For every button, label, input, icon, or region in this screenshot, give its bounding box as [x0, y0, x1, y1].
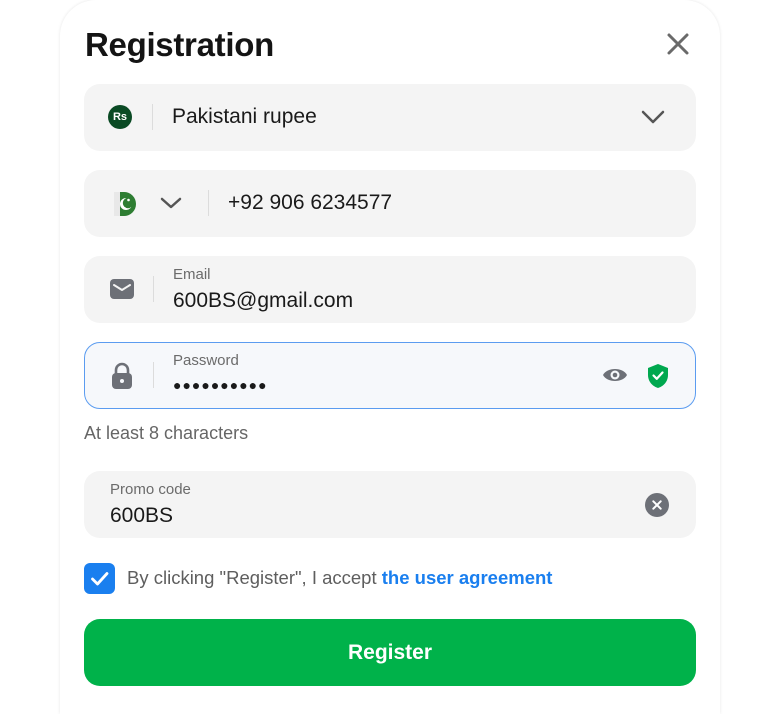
agreement-label: By clicking "Register", I accept	[127, 567, 382, 588]
register-button[interactable]: Register	[84, 619, 696, 686]
chevron-down-icon	[641, 110, 665, 124]
close-button[interactable]	[662, 28, 694, 60]
email-label: Email	[173, 266, 211, 283]
password-input[interactable]: ●●●●●●●●●●	[173, 377, 268, 393]
dialog-title: Registration	[85, 26, 274, 63]
eye-icon[interactable]	[601, 364, 629, 386]
email-input[interactable]: 600BS@gmail.com	[173, 289, 353, 313]
shield-check-icon	[648, 364, 668, 388]
phone-field[interactable]: +92 906 6234577	[84, 170, 696, 237]
checkmark-icon	[91, 572, 109, 586]
password-field[interactable]: Password ●●●●●●●●●●	[84, 342, 696, 409]
currency-select[interactable]: Rs Pakistani rupee	[84, 84, 696, 151]
password-label: Password	[173, 352, 239, 369]
currency-icon: Rs	[108, 105, 132, 129]
password-hint: At least 8 characters	[84, 423, 249, 443]
lock-icon	[112, 362, 132, 389]
promo-code-field[interactable]: Promo code 600BS	[84, 471, 696, 538]
promo-code-label: Promo code	[110, 481, 191, 498]
currency-value: Pakistani rupee	[172, 105, 317, 128]
chevron-down-icon[interactable]	[158, 192, 184, 214]
divider	[153, 276, 154, 302]
pakistan-flag-icon	[114, 192, 136, 216]
clear-icon[interactable]	[644, 492, 670, 518]
promo-code-input[interactable]: 600BS	[110, 504, 173, 528]
close-icon	[667, 33, 689, 55]
envelope-icon	[110, 279, 134, 299]
divider	[208, 190, 209, 216]
country-code-select[interactable]	[106, 189, 150, 219]
phone-input[interactable]: +92 906 6234577	[228, 191, 392, 215]
agreement-checkbox[interactable]	[84, 563, 115, 594]
user-agreement-link[interactable]: the user agreement	[382, 567, 553, 588]
email-field[interactable]: Email 600BS@gmail.com	[84, 256, 696, 323]
agreement-text: By clicking "Register", I accept the use…	[127, 567, 552, 589]
divider	[152, 104, 153, 130]
divider	[153, 362, 154, 388]
